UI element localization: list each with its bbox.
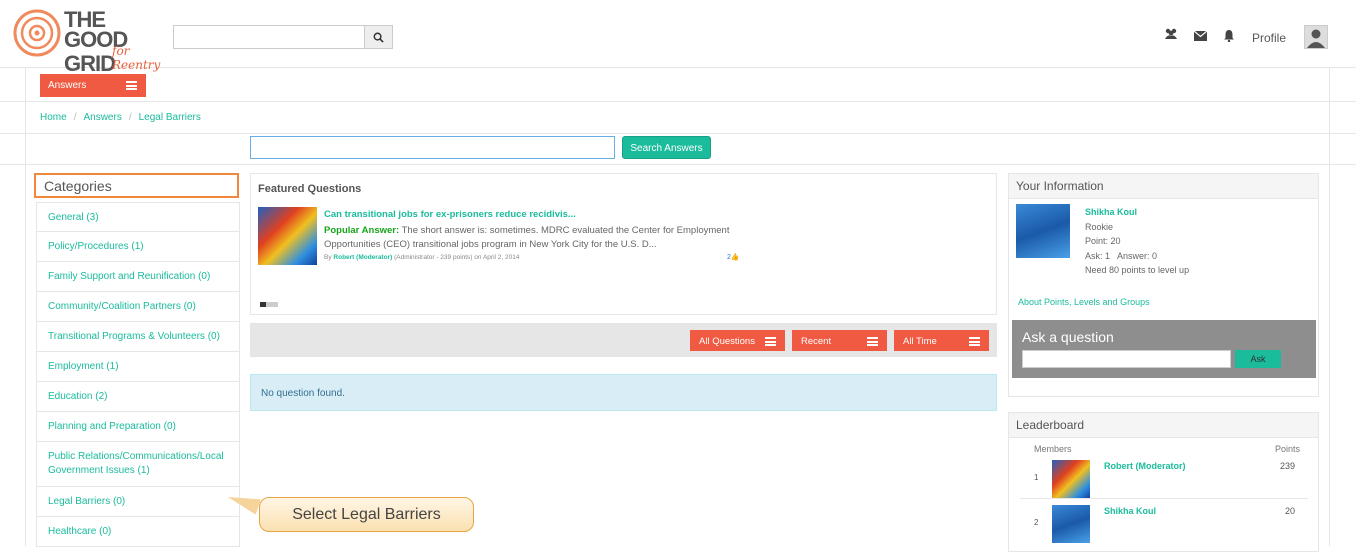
member-avatar [1052, 505, 1090, 543]
envelope-icon[interactable] [1194, 31, 1207, 41]
members-column-header: Members [1034, 444, 1072, 454]
breadcrumb-answers[interactable]: Answers [83, 112, 121, 123]
featured-question-meta: By Robert (Moderator) (Administrator - 2… [324, 254, 520, 261]
about-points-link[interactable]: About Points, Levels and Groups [1018, 297, 1150, 307]
category-public-relations[interactable]: Public Relations/Communications/Local Go… [36, 442, 240, 487]
member-name-link[interactable]: Shikha Koul [1104, 506, 1156, 516]
answers-search-input[interactable] [250, 136, 615, 159]
popular-answer-label: Popular Answer: [324, 225, 400, 236]
breadcrumb-bar: Home / Answers / Legal Barriers [0, 102, 1356, 134]
thumbs-up-icon: 👍 [730, 254, 740, 261]
category-transitional-programs[interactable]: Transitional Programs & Volunteers (0) [36, 322, 240, 352]
answers-search-bar: Search Answers [0, 134, 1356, 165]
featured-question-image [258, 207, 317, 265]
menu-icon [765, 337, 776, 346]
breadcrumb-home[interactable]: Home [40, 112, 67, 123]
menu-icon [126, 81, 137, 90]
member-avatar [1052, 460, 1090, 498]
categories-list: General (3) Policy/Procedures (1) Family… [36, 202, 240, 547]
leaderboard-row: 1 Robert (Moderator) 239 [1020, 455, 1308, 499]
search-answers-button[interactable]: Search Answers [622, 136, 711, 159]
breadcrumb: Home / Answers / Legal Barriers [40, 112, 201, 123]
search-icon [373, 32, 384, 43]
filter-all-time[interactable]: All Time [894, 330, 989, 351]
bell-icon[interactable] [1223, 29, 1235, 42]
no-question-alert: No question found. [250, 374, 997, 411]
profile-link[interactable]: Profile [1252, 31, 1286, 45]
vote-count[interactable]: 2👍 [727, 253, 740, 261]
featured-answer-excerpt: Popular Answer: The short answer is: som… [324, 224, 734, 252]
member-name-link[interactable]: Robert (Moderator) [1104, 461, 1186, 471]
category-healthcare[interactable]: Healthcare (0) [36, 517, 240, 547]
answers-menu-label: Answers [48, 80, 87, 91]
ask-button[interactable]: Ask [1235, 350, 1281, 368]
user-name-link[interactable]: Shikha Koul [1085, 207, 1137, 217]
question-filter-bar: All Questions Recent All Time [250, 323, 997, 357]
category-planning[interactable]: Planning and Preparation (0) [36, 412, 240, 442]
categories-heading: Categories [34, 173, 239, 198]
featured-question-link[interactable]: Can transitional jobs for ex-prisoners r… [324, 209, 576, 220]
filter-all-questions[interactable]: All Questions [690, 330, 785, 351]
category-general[interactable]: General (3) [36, 202, 240, 232]
ask-question-box: Ask a question Ask [1012, 320, 1316, 378]
menu-icon [867, 337, 878, 346]
leaderboard-title: Leaderboard [1009, 413, 1318, 438]
featured-questions-panel: Featured Questions Can transitional jobs… [250, 173, 997, 315]
user-rank: Rookie [1085, 221, 1114, 232]
leaderboard-row: 2 Shikha Koul 20 [1020, 500, 1308, 544]
your-information-title: Your Information [1009, 174, 1318, 199]
user-avatar[interactable] [1304, 25, 1328, 49]
menu-icon [969, 337, 980, 346]
category-family-support[interactable]: Family Support and Reunification (0) [36, 262, 240, 292]
ask-question-title: Ask a question [1022, 329, 1114, 345]
site-search [173, 25, 393, 49]
featured-author-link[interactable]: Robert (Moderator) [333, 254, 392, 261]
leaderboard-rank: 2 [1034, 518, 1039, 527]
leaderboard-rank: 1 [1034, 473, 1039, 482]
instruction-callout: Select Legal Barriers [259, 497, 474, 532]
category-policy-procedures[interactable]: Policy/Procedures (1) [36, 232, 240, 262]
carousel-pager[interactable] [260, 302, 278, 307]
answers-menu-button[interactable]: Answers [40, 74, 146, 97]
user-points: Point: 20 [1085, 236, 1121, 246]
featured-questions-title: Featured Questions [258, 183, 362, 195]
section-nav: Answers [0, 68, 1356, 102]
ask-question-input[interactable] [1022, 350, 1231, 368]
points-column-header: Points [1274, 444, 1300, 454]
user-level-progress: Need 80 points to level up [1085, 265, 1190, 275]
user-ask-answer: Ask: 1 Answer: 0 [1085, 250, 1158, 261]
your-information-panel: Your Information Shikha Koul Rookie Poin… [1008, 173, 1319, 397]
category-education[interactable]: Education (2) [36, 382, 240, 412]
logo-flower-icon [13, 9, 61, 57]
breadcrumb-legal-barriers[interactable]: Legal Barriers [139, 112, 201, 123]
category-employment[interactable]: Employment (1) [36, 352, 240, 382]
site-logo[interactable]: THE GOOD GRID for Reentry [12, 8, 172, 75]
users-icon[interactable] [1164, 28, 1178, 40]
user-silhouette-icon [1307, 29, 1325, 48]
site-search-input[interactable] [174, 26, 365, 48]
user-photo [1016, 204, 1070, 258]
category-legal-barriers[interactable]: Legal Barriers (0) [36, 487, 240, 517]
member-points: 239 [1279, 461, 1295, 471]
category-community-partners[interactable]: Community/Coalition Partners (0) [36, 292, 240, 322]
site-search-button[interactable] [364, 26, 392, 48]
filter-recent[interactable]: Recent [792, 330, 887, 351]
member-points: 20 [1284, 506, 1295, 516]
user-stats: Shikha Koul Rookie Point: 20 Ask: 1 Answ… [1085, 205, 1189, 278]
leaderboard-panel: Leaderboard Members Points 1 Robert (Mod… [1008, 412, 1319, 552]
top-header: THE GOOD GRID for Reentry Profile [0, 0, 1356, 75]
